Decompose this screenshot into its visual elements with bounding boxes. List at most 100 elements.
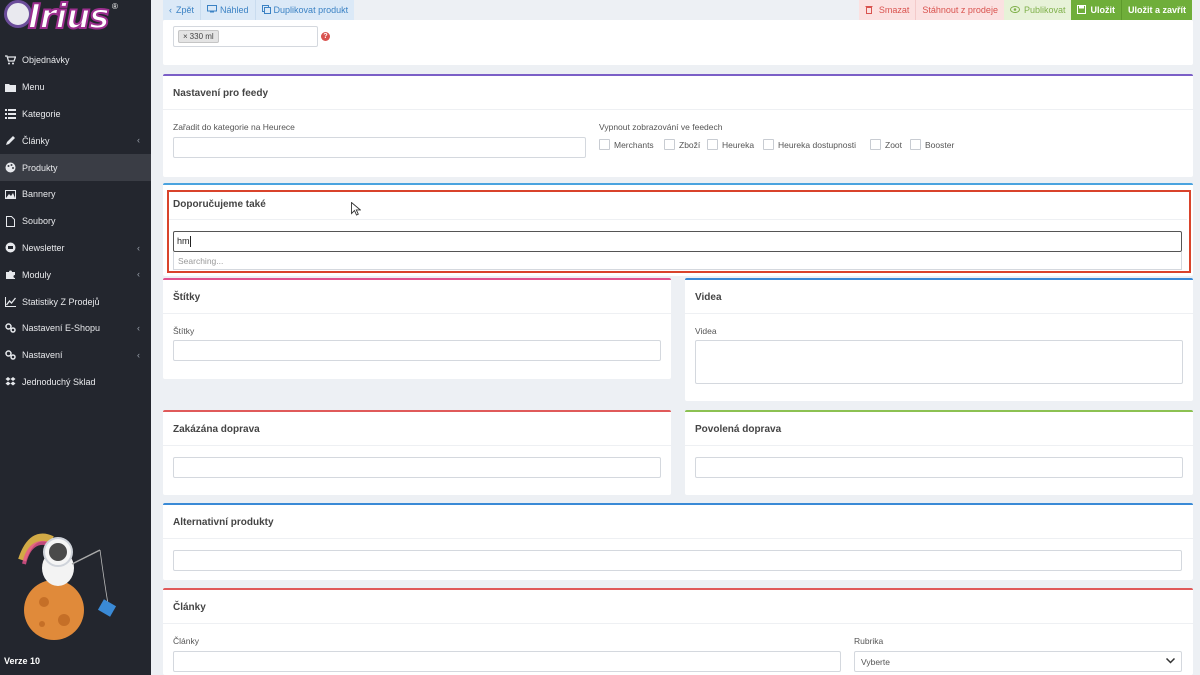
tag-remove-icon[interactable]: × bbox=[183, 32, 188, 41]
back-label: Zpět bbox=[176, 5, 195, 15]
divider bbox=[685, 313, 1193, 314]
sidebar-item-moduly[interactable]: Moduly ‹ bbox=[0, 261, 151, 288]
sidebar-item-bannery[interactable]: Bannery bbox=[0, 181, 151, 208]
allowed-shipping-card: Povolená doprava bbox=[685, 410, 1193, 495]
registered-mark: ® bbox=[112, 2, 118, 11]
rubric-select[interactable]: Vyberte bbox=[854, 651, 1182, 672]
chevron-left-icon: ‹ bbox=[137, 242, 140, 253]
alternative-products-title: Alternativní produkty bbox=[173, 517, 274, 528]
videos-title: Videa bbox=[695, 292, 722, 303]
sidebar-item-label: Newsletter bbox=[22, 242, 65, 253]
chevron-left-icon: ‹ bbox=[137, 322, 140, 333]
sidebar-item-clanky[interactable]: Články ‹ bbox=[0, 127, 151, 154]
videos-textarea[interactable] bbox=[695, 340, 1183, 384]
sidebar-item-objednavky[interactable]: Objednávky bbox=[0, 47, 151, 74]
chevron-left-icon: ‹ bbox=[137, 269, 140, 280]
sidebar-item-kategorie[interactable]: Kategorie bbox=[0, 101, 151, 128]
zoot-label: Zoot bbox=[885, 140, 903, 150]
withdraw-from-sale-button[interactable]: Stáhnout z prodeje bbox=[915, 0, 1004, 20]
tags-input[interactable] bbox=[173, 340, 661, 361]
puzzle-icon bbox=[4, 269, 16, 281]
recommended-card: Doporučujeme také hm Searching... bbox=[163, 183, 1193, 276]
rubric-label: Rubrika bbox=[854, 636, 884, 646]
folder-icon bbox=[4, 81, 16, 93]
divider bbox=[685, 445, 1193, 446]
chevron-left-icon: ‹ bbox=[169, 5, 172, 15]
back-button[interactable]: ‹ Zpět bbox=[163, 0, 202, 20]
zoot-checkbox[interactable] bbox=[870, 139, 881, 150]
publish-label: Publikovat bbox=[1023, 5, 1066, 15]
version-label: Verze 10 bbox=[4, 656, 41, 666]
volume-tag[interactable]: × 330 ml bbox=[178, 30, 219, 43]
newsletter-icon bbox=[4, 242, 16, 254]
image-icon bbox=[4, 188, 16, 200]
file-icon bbox=[4, 215, 16, 227]
forbidden-shipping-input[interactable] bbox=[173, 457, 661, 478]
preview-button[interactable]: Náhled bbox=[201, 0, 256, 20]
heureka-availability-checkbox[interactable] bbox=[763, 139, 774, 150]
merchants-label: Merchants bbox=[614, 140, 654, 150]
preview-label: Náhled bbox=[220, 5, 249, 15]
tags-card: Štítky Štítky bbox=[163, 278, 671, 379]
sidebar-item-nastaveni[interactable]: Nastavení ‹ bbox=[0, 342, 151, 369]
sidebar-item-statistiky[interactable]: Statistiky Z Prodejů bbox=[0, 288, 151, 315]
volume-card bbox=[163, 20, 1193, 65]
sidebar: Irius ® Objednávky Menu Kategorie Články… bbox=[0, 0, 151, 675]
save-and-close-button[interactable]: Uložit a zavřít bbox=[1120, 0, 1192, 20]
save-button[interactable]: Uložit bbox=[1071, 0, 1121, 20]
sidebar-item-label: Objednávky bbox=[22, 55, 70, 66]
publish-button[interactable]: Publikovat bbox=[1003, 0, 1072, 20]
save-icon bbox=[1077, 4, 1087, 16]
text-caret bbox=[190, 236, 191, 247]
sidebar-item-menu[interactable]: Menu bbox=[0, 74, 151, 101]
chart-icon bbox=[4, 296, 16, 308]
tags-title: Štítky bbox=[173, 292, 201, 303]
heureka-availability-label: Heureka dostupnosti bbox=[778, 140, 856, 150]
articles-input[interactable] bbox=[173, 651, 841, 672]
recommended-search-input[interactable]: hm bbox=[173, 231, 1182, 252]
sidebar-item-jednoduchy-sklad[interactable]: Jednoduchý Sklad bbox=[0, 369, 151, 396]
sidebar-item-label: Nastavení bbox=[22, 350, 63, 361]
delete-label: Smazat bbox=[878, 5, 910, 15]
sidebar-item-nastaveni-eshopu[interactable]: Nastavení E-Shopu ‹ bbox=[0, 315, 151, 342]
allowed-shipping-input[interactable] bbox=[695, 457, 1183, 478]
heureka-category-input[interactable] bbox=[173, 137, 586, 158]
tags-label: Štítky bbox=[173, 326, 195, 336]
heureka-checkbox[interactable] bbox=[707, 139, 718, 150]
withdraw-label: Stáhnout z prodeje bbox=[922, 5, 998, 15]
sidebar-item-produkty[interactable]: Produkty bbox=[0, 154, 151, 181]
sidebar-item-soubory[interactable]: Soubory bbox=[0, 208, 151, 235]
delete-button[interactable]: Smazat bbox=[858, 0, 916, 20]
disable-feeds-label: Vypnout zobrazování ve feedech bbox=[599, 122, 723, 132]
booster-checkbox[interactable] bbox=[910, 139, 921, 150]
cart-icon bbox=[4, 54, 16, 66]
list-icon bbox=[4, 108, 16, 120]
articles-title: Články bbox=[173, 602, 206, 613]
recommended-search-dropdown: Searching... bbox=[173, 252, 1182, 270]
sidebar-item-label: Menu bbox=[22, 82, 45, 93]
zbozi-checkbox[interactable] bbox=[664, 139, 675, 150]
sidebar-item-newsletter[interactable]: Newsletter ‹ bbox=[0, 235, 151, 262]
help-icon[interactable]: ? bbox=[321, 32, 330, 41]
cogs-icon bbox=[4, 322, 16, 334]
logo[interactable]: Irius ® bbox=[4, 0, 122, 38]
sidebar-item-label: Produkty bbox=[22, 162, 58, 173]
sidebar-item-label: Moduly bbox=[22, 269, 52, 280]
copy-icon bbox=[261, 4, 271, 16]
divider bbox=[163, 623, 1193, 624]
brand-name: Irius bbox=[27, 0, 110, 38]
pencil-icon bbox=[4, 135, 16, 147]
articles-label: Články bbox=[173, 636, 199, 646]
save-label: Uložit bbox=[1090, 5, 1115, 15]
merchants-checkbox[interactable] bbox=[599, 139, 610, 150]
feeds-title: Nastavení pro feedy bbox=[173, 88, 269, 99]
allowed-shipping-title: Povolená doprava bbox=[695, 424, 782, 435]
videos-card: Videa Videa bbox=[685, 278, 1193, 401]
alternative-products-input[interactable] bbox=[173, 550, 1182, 571]
sidebar-item-label: Články bbox=[22, 135, 50, 146]
chevron-down-icon bbox=[1165, 656, 1176, 666]
booster-label: Booster bbox=[925, 140, 955, 150]
sidebar-item-label: Nastavení E-Shopu bbox=[22, 323, 101, 334]
feeds-card: Nastavení pro feedy Zařadit do kategorie… bbox=[163, 74, 1193, 177]
duplicate-product-button[interactable]: Duplikovat produkt bbox=[256, 0, 355, 20]
